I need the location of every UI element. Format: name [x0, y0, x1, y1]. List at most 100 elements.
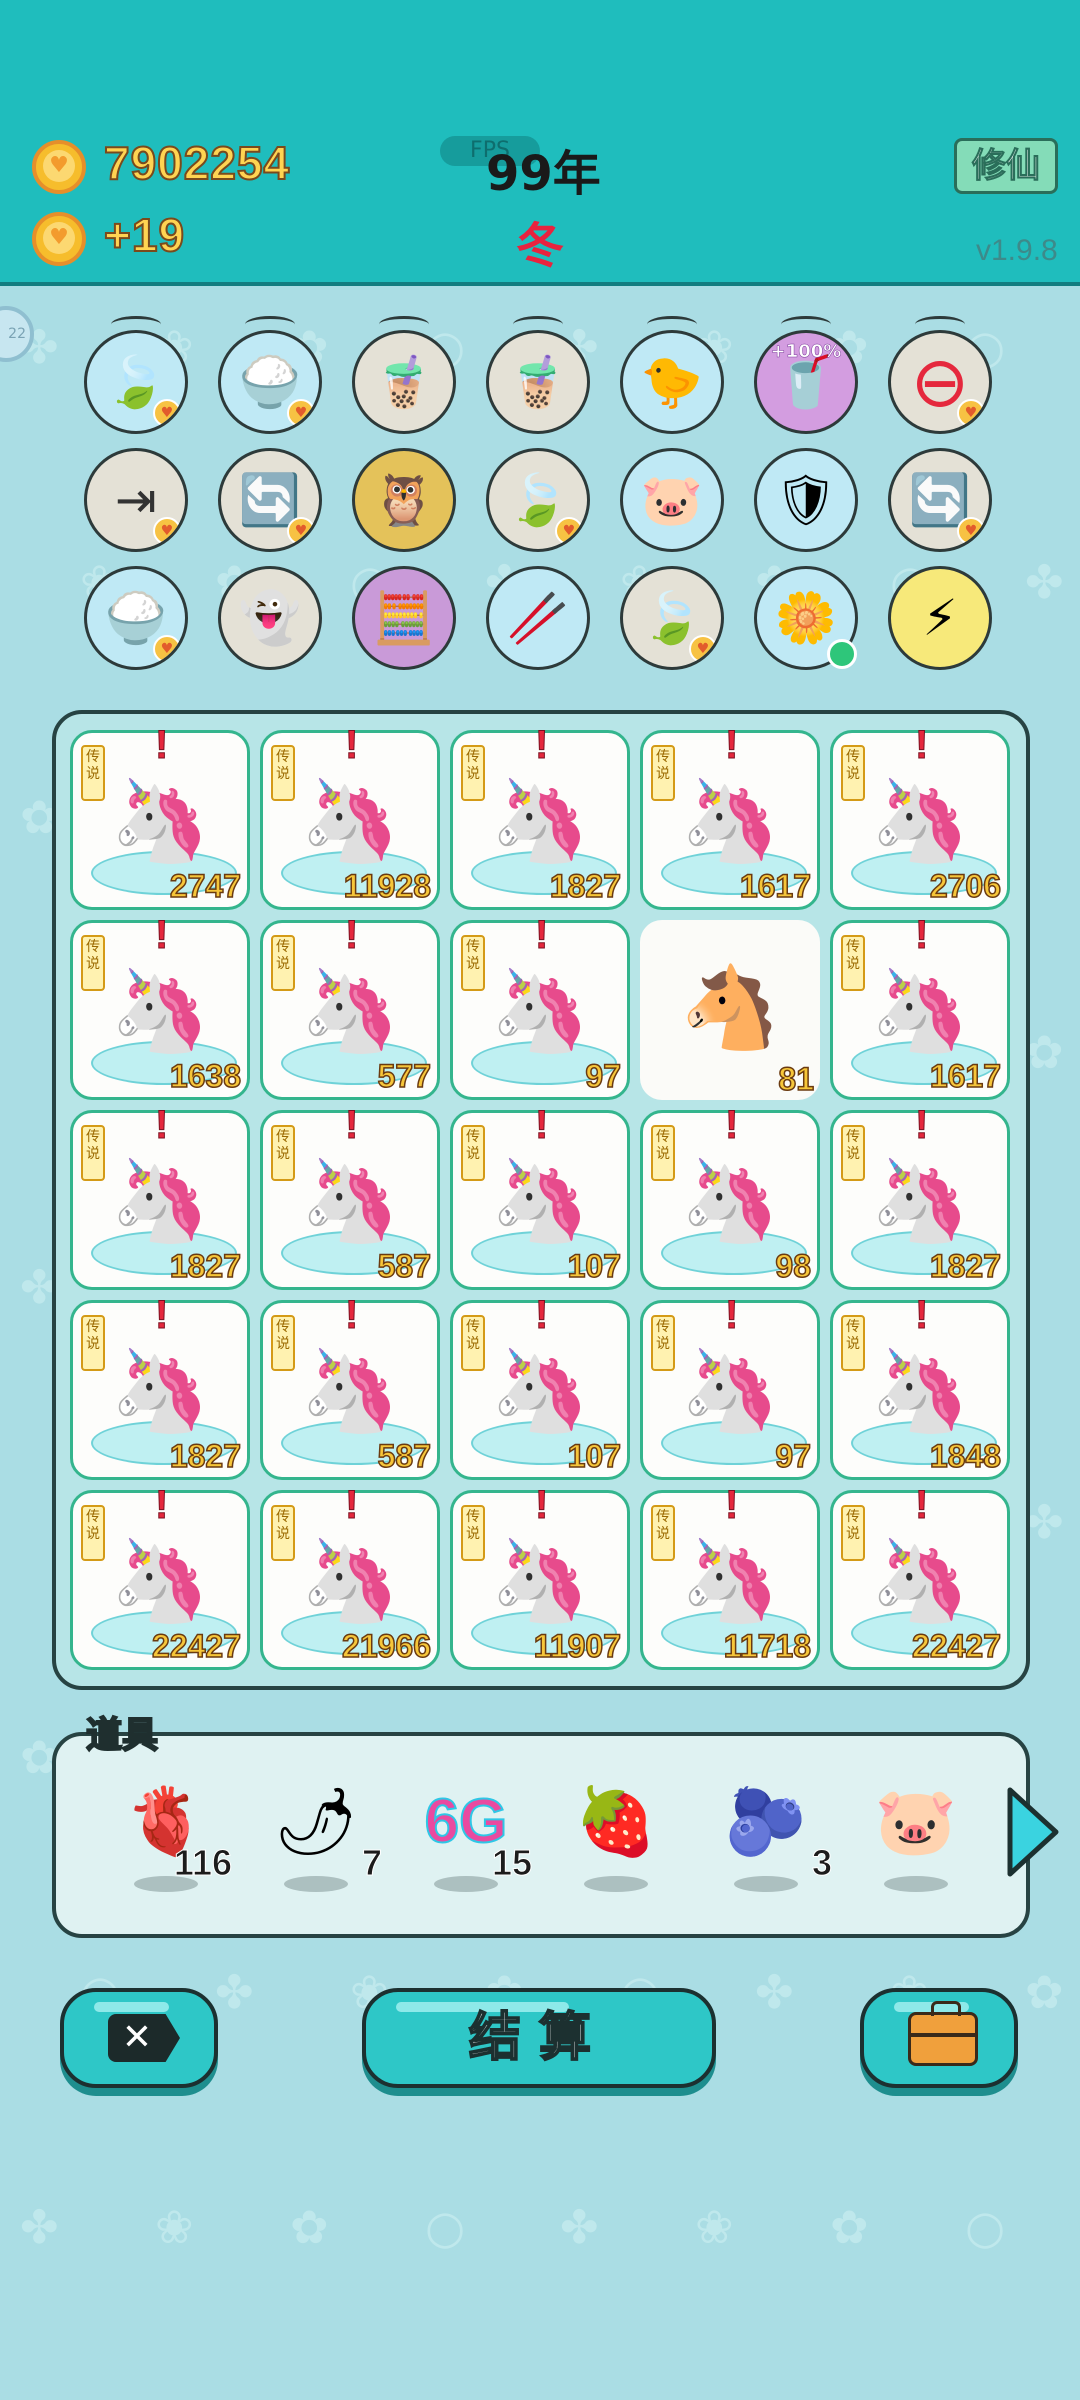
- skill-slot[interactable]: 🔄 ♥: [888, 448, 992, 552]
- backpack-button[interactable]: [860, 1988, 1018, 2088]
- horse-icon: 🐴: [680, 961, 780, 1054]
- item-slot[interactable]: 6G 15: [406, 1772, 533, 1912]
- board-cell[interactable]: 传说! 🦄 1617: [640, 723, 820, 910]
- board-cell[interactable]: 传说! 🦄 11928: [260, 723, 440, 910]
- slot-hook-decor: [379, 316, 429, 333]
- items-title: 道具: [85, 1714, 159, 1757]
- skill-slot[interactable]: 🍚 ♥: [84, 566, 188, 670]
- board-cell[interactable]: 传说! 🦄 22427: [70, 1483, 250, 1670]
- cell-value: 1617: [739, 867, 812, 905]
- owls-icon: 🦉: [372, 471, 436, 529]
- cancel-button[interactable]: ✕: [60, 1988, 218, 2088]
- background-flower-icon: ❀: [695, 2200, 734, 2254]
- board-cell[interactable]: 传说! 🦄 1638: [70, 913, 250, 1100]
- board-cell[interactable]: 传说! 🦄 11907: [450, 1483, 630, 1670]
- board-cell[interactable]: 传说! 🦄 1827: [70, 1103, 250, 1290]
- alert-icon: !: [344, 1293, 359, 1338]
- board-cell[interactable]: 传说! 🦄 2747: [70, 723, 250, 910]
- unicorn-icon: 🦄: [870, 774, 970, 867]
- cell-value: 11907: [533, 1627, 622, 1665]
- unicorn-icon: 🦄: [110, 774, 210, 867]
- skill-slot[interactable]: ⚡: [888, 566, 992, 670]
- board-cell[interactable]: 传说! 🦄 587: [260, 1293, 440, 1480]
- skill-slot[interactable]: 🔄 ♥: [218, 448, 322, 552]
- unicorn-icon: 🦄: [490, 964, 590, 1057]
- skill-slot[interactable]: ⇥ ♥: [84, 448, 188, 552]
- cell-value: 97: [775, 1437, 812, 1475]
- board-cell[interactable]: 传说! 🦄 107: [450, 1103, 630, 1290]
- alert-icon: !: [914, 723, 929, 768]
- board-cell[interactable]: 传说! 🦄 1827: [830, 1103, 1010, 1290]
- skill-slot[interactable]: 🥤 +100%: [754, 330, 858, 434]
- alert-icon: !: [154, 1293, 169, 1338]
- background-flower-icon: ✿: [1025, 1965, 1064, 2019]
- item-slot[interactable]: 🫐 3: [706, 1772, 833, 1912]
- background-flower-icon: ✤: [20, 2200, 59, 2254]
- coin-badge-icon: ♥: [957, 399, 985, 427]
- cell-value: 1827: [169, 1437, 242, 1475]
- skill-slot[interactable]: ⊖ ♥: [888, 330, 992, 434]
- alert-icon: !: [344, 913, 359, 958]
- alert-icon: !: [154, 1483, 169, 1528]
- board-cell[interactable]: 传说! 🦄 577: [260, 913, 440, 1100]
- board-cell[interactable]: 🐴 81: [640, 920, 820, 1100]
- unicorn-icon: 🦄: [110, 1344, 210, 1437]
- board-cell[interactable]: 传说! 🦄 2706: [830, 723, 1010, 910]
- coin-badge-icon: ♥: [153, 399, 181, 427]
- board-cell[interactable]: 传说! 🦄 22427: [830, 1483, 1010, 1670]
- item-slot[interactable]: 🍓: [556, 1772, 676, 1912]
- skill-slot[interactable]: 🍚 ♥: [218, 330, 322, 434]
- skill-slot[interactable]: 🌼: [754, 566, 858, 670]
- cell-value: 11718: [723, 1627, 812, 1665]
- alert-icon: !: [534, 723, 549, 768]
- board-cell[interactable]: 传说! 🦄 11718: [640, 1483, 820, 1670]
- skill-slot[interactable]: 🍃 ♥: [620, 566, 724, 670]
- skill-slot[interactable]: 🍃 ♥: [84, 330, 188, 434]
- unicorn-icon: 🦄: [300, 1534, 400, 1627]
- settle-button[interactable]: 结算: [362, 1988, 716, 2088]
- skill-slot[interactable]: 👻: [218, 566, 322, 670]
- skill-slot[interactable]: 🥢: [486, 566, 590, 670]
- board-cell[interactable]: 传说! 🦄 1848: [830, 1293, 1010, 1480]
- skill-slot[interactable]: 🦉: [352, 448, 456, 552]
- background-flower-icon: ✿: [830, 2200, 869, 2254]
- board-cell[interactable]: 传说! 🦄 107: [450, 1293, 630, 1480]
- cultivation-button[interactable]: 修仙: [954, 138, 1058, 194]
- version-label: v1.9.8: [976, 234, 1058, 267]
- piggy-bank-icon: 🐷: [874, 1783, 958, 1860]
- board-cell[interactable]: 传说! 🦄 1617: [830, 913, 1010, 1100]
- board-cell[interactable]: 传说! 🦄 1827: [450, 723, 630, 910]
- board-cell[interactable]: 传说! 🦄 97: [640, 1293, 820, 1480]
- board-cell[interactable]: 传说! 🦄 98: [640, 1103, 820, 1290]
- skill-slot[interactable]: 🐷: [620, 448, 724, 552]
- background-flower-icon: ✤: [215, 1965, 254, 2019]
- background-flower-icon: ○: [425, 2200, 466, 2254]
- skill-slot[interactable]: 🧋: [486, 330, 590, 434]
- skill-slot[interactable]: 🐤: [620, 330, 724, 434]
- game-board: 传说! 🦄 2747 传说! 🦄 11928 传说! 🦄 1827 传说! 🦄 1617 传说! 🦄 270…: [52, 710, 1030, 1690]
- board-cell[interactable]: 传说! 🦄 1827: [70, 1293, 250, 1480]
- skill-slot[interactable]: 🧋: [352, 330, 456, 434]
- board-cell[interactable]: 传说! 🦄 21966: [260, 1483, 440, 1670]
- item-shadow: [434, 1876, 498, 1892]
- unicorn-icon: 🦄: [680, 1534, 780, 1627]
- year-label: 99年: [486, 146, 601, 202]
- ghost-icon: 👻: [238, 589, 302, 647]
- board-cell[interactable]: 传说! 🦄 587: [260, 1103, 440, 1290]
- skill-slot[interactable]: 🛡: [754, 448, 858, 552]
- bubble-tea-icon: 🧋: [506, 353, 570, 411]
- next-arrow-icon[interactable]: [1002, 1782, 1062, 1882]
- item-slot[interactable]: 🐷: [856, 1772, 976, 1912]
- unicorn-icon: 🦄: [300, 1154, 400, 1247]
- slot-hook-decor: [245, 316, 295, 333]
- alert-icon: !: [724, 723, 739, 768]
- background-flower-icon: ✤: [560, 2200, 599, 2254]
- skill-slot[interactable]: 🍃 ♥: [486, 448, 590, 552]
- chopsticks-icon: 🥢: [506, 589, 570, 647]
- board-cell[interactable]: 传说! 🦄 97: [450, 913, 630, 1100]
- item-slot[interactable]: 🌶 7: [256, 1772, 383, 1912]
- skill-slot[interactable]: 🧮: [352, 566, 456, 670]
- unicorn-icon: 🦄: [680, 774, 780, 867]
- item-slot[interactable]: 🫀 116: [106, 1772, 233, 1912]
- unicorn-icon: 🦄: [490, 1344, 590, 1437]
